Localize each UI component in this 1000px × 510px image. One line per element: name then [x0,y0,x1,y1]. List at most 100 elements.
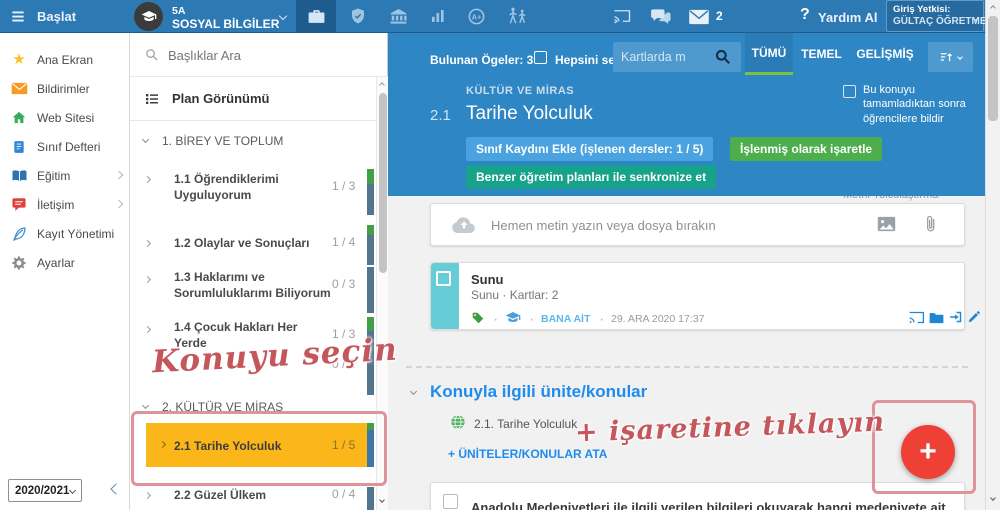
sidebar-item-registration[interactable]: Kayıt Yönetimi [0,219,130,248]
breadcrumb: KÜLTÜR VE MİRAS [466,85,575,97]
notebook-icon [10,139,28,155]
notify-checkbox[interactable] [843,85,856,98]
attendance-tab[interactable] [496,0,540,32]
card-date: 29. ARA 2020 17:37 [611,313,705,325]
chevron-right-icon [143,275,152,284]
tree-section-1[interactable]: 1. BİREY VE TOPLUM [130,131,388,153]
class-switcher[interactable]: 5A SOSYAL BİLGİLER [134,2,290,32]
tree-item-2-2[interactable]: 2.2 Güzel Ülkem 0 / 4 [130,485,388,510]
grades-tab[interactable]: A+ [456,0,496,32]
scroll-up-icon[interactable] [379,82,385,88]
institution-tab[interactable] [378,0,418,32]
graduation-cap-icon[interactable] [505,311,521,325]
related-units-heading: Konuyla ilgili ünite/konular [430,382,648,401]
tab-basic[interactable]: TEMEL [793,33,850,75]
related-unit-item: 2.1. Tarihe Yolculuk [474,417,578,431]
plan-view-label: Plan Görünümü [172,91,270,106]
progress-strip [367,487,374,510]
scrollbar-thumb[interactable] [379,93,387,273]
sidebar-item-education[interactable]: Eğitim [0,161,130,190]
annotation-rect-topic [131,411,387,486]
card-search-input[interactable] [621,47,707,67]
tab-all[interactable]: TÜMÜ [745,33,793,75]
menu-icon[interactable] [9,9,27,24]
pencil-icon[interactable] [967,310,981,324]
tree-item-1-3[interactable]: 1.3 Haklarımı ve Sorumluluklarımı Biliyo… [130,265,388,313]
tree-item-1-1[interactable]: 1.1 Öğrendiklerimi Uyguluyorum 1 / 3 [130,169,388,215]
dropzone[interactable]: Hemen metin yazın veya dosya bırakın [430,203,965,246]
titles-search-input[interactable] [168,42,368,68]
tree-item-1-2[interactable]: 1.2 Olaylar ve Sonuçları 1 / 4 [130,225,388,265]
present-cast-icon[interactable] [909,311,924,324]
dot-separator: · [599,311,605,328]
sidebar-item-website[interactable]: Web Sitesi [0,103,130,132]
help-button[interactable]: Yardım Al [818,10,877,25]
sidebar-item-classbook[interactable]: Sınıf Defteri [0,132,130,161]
sidebar-item-home[interactable]: ★ Ana Ekran [0,45,130,74]
tag-icon[interactable] [471,311,485,325]
chevron-down-icon [141,401,150,410]
help-question-icon[interactable]: ? [800,6,810,24]
scroll-down-icon[interactable] [379,497,385,503]
scrollbar-thumb[interactable] [988,16,998,121]
sidebar-item-notifications[interactable]: Bildirimler [0,74,130,103]
chevron-right-icon [114,170,124,180]
chevron-down-icon [278,11,288,21]
walking-people-icon [506,6,530,26]
left-sidebar: ★ Ana Ekran Bildirimler Web Sitesi Sınıf… [0,33,130,510]
found-items-label: Bulunan Ögeler: 3 [430,53,534,67]
home-icon [10,110,28,125]
select-all-checkbox[interactable] [534,51,547,64]
chevron-down-icon [957,54,963,60]
briefcase-icon [307,7,326,26]
assign-units-link[interactable]: + ÜNİTELER/KONULAR ATA [448,447,607,461]
scroll-down-icon[interactable] [990,495,996,501]
mark-processed-button[interactable]: İşlenmiş olarak işaretle [730,137,883,161]
collapse-related-icon[interactable] [409,387,418,396]
stats-tab[interactable] [418,0,458,32]
shield-check-icon [349,7,367,25]
select-all-label: Hepsini seç [555,53,622,67]
add-class-record-button[interactable]: Sınıf Kaydını Ekle (işlenen dersler: 1 /… [466,137,714,161]
collapse-sidebar-button[interactable] [110,483,122,495]
dashed-divider [406,366,968,368]
plan-view-toggle[interactable]: Plan Görünümü [130,77,388,121]
svg-text:A+: A+ [471,12,481,21]
lesson-count: 0 / 3 [332,277,356,291]
chat-icon[interactable] [650,7,672,26]
user-menu[interactable]: Giriş Yetkisi: GÜLTAÇ ÖĞRETMEN [886,0,994,32]
card-checkbox[interactable] [436,271,451,286]
sidebar-item-settings[interactable]: Ayarlar [0,248,130,277]
paperclip-icon[interactable] [923,214,939,235]
image-icon[interactable] [877,216,896,232]
lesson-count: 0 / 4 [332,487,356,501]
progress-strip [367,267,374,313]
mail-icon[interactable] [688,9,710,25]
card-color-strip [431,263,459,329]
top-bar: Başlat 5A SOSYAL BİLGİLER A+ 2 ? Yardım … [0,0,1000,33]
cloud-upload-icon [451,214,477,234]
page-scrollbar[interactable] [985,0,1000,510]
question-checkbox[interactable] [443,494,458,509]
sync-plans-button[interactable]: Benzer öğretim planları ile senkronize e… [466,165,717,189]
planbook-tab[interactable] [296,0,336,32]
sidebar-item-communication[interactable]: İletişim [0,190,130,219]
sunu-card[interactable]: Sunu Sunu · Kartlar: 2 · · BANA AİT · 29… [430,262,996,330]
search-icon[interactable] [713,47,732,66]
folder-icon[interactable] [929,311,944,324]
behavior-tab[interactable] [338,0,378,32]
scroll-up-icon[interactable] [990,5,996,11]
chevron-right-icon [143,325,152,334]
sort-button[interactable] [928,42,973,72]
class-code: 5A [172,5,186,17]
school-year-select[interactable]: 2020/2021 [8,479,82,502]
start-button[interactable]: Başlat [37,9,76,24]
cast-icon[interactable] [612,7,632,25]
sign-in-icon[interactable] [949,310,963,324]
topic-header: Bulunan Ögeler: 3 Hepsini seç TÜMÜ TEMEL… [388,33,985,196]
chevron-right-icon [143,175,152,184]
tab-advanced[interactable]: GELİŞMİŞ [850,33,920,75]
owner-badge: BANA AİT [541,313,591,325]
card-search-box [613,42,741,72]
card-title: Sunu [471,272,504,287]
